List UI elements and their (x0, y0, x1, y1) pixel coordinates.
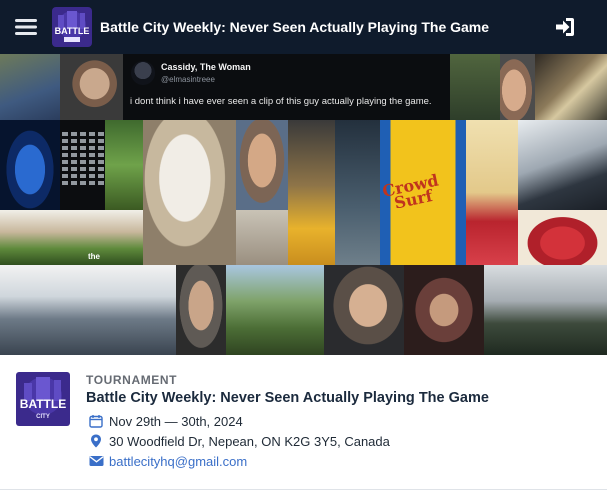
envelope-icon (88, 453, 104, 469)
login-button[interactable] (553, 15, 577, 39)
stats-overlay (62, 132, 108, 188)
event-info: BATTLE CITY TOURNAMENT Battle City Weekl… (0, 355, 607, 497)
photo-tile (335, 120, 380, 265)
event-address[interactable]: 30 Woodfield Dr, Nepean, ON K2G 3Y5, Can… (109, 434, 390, 449)
event-page: BATTLE Battle City Weekly: Never Seen Ac… (0, 0, 607, 497)
banner-collage: Cassidy, The Woman @elmasintreee i dont … (0, 54, 607, 355)
photo-tile (0, 54, 60, 120)
photo-tile (143, 120, 236, 265)
hamburger-icon (15, 19, 37, 35)
event-category: TOURNAMENT (86, 373, 178, 387)
event-logo[interactable]: BATTLE CITY (16, 372, 70, 426)
page-title: Battle City Weekly: Never Seen Actually … (100, 19, 490, 35)
app-logo-text: BATTLE (55, 26, 90, 36)
sign-in-icon (556, 18, 574, 36)
tweet-text: i dont think i have ever seen a clip of … (130, 96, 432, 107)
photo-tile (535, 54, 607, 120)
event-logo-subtext: CITY (36, 414, 50, 420)
photo-tile (450, 54, 500, 120)
photo-tile (484, 265, 607, 355)
app-logo[interactable]: BATTLE (52, 7, 92, 47)
photo-tile (404, 265, 484, 355)
map-pin-icon (88, 433, 104, 449)
event-date: Nov 29th — 30th, 2024 (109, 413, 243, 429)
event-title: Battle City Weekly: Never Seen Actually … (86, 390, 489, 406)
photo-tile (105, 120, 143, 210)
photo-tile (518, 120, 607, 210)
photo-tile (500, 54, 535, 120)
photo-tile (236, 210, 288, 265)
calendar-icon (88, 413, 104, 429)
photo-tile (0, 210, 143, 265)
tweet-avatar (131, 61, 155, 85)
event-logo-text: BATTLE (20, 397, 66, 411)
photo-tile (466, 120, 518, 265)
photo-tile (60, 54, 123, 120)
event-date-row: Nov 29th — 30th, 2024 (88, 413, 243, 429)
photo-tile (0, 265, 176, 355)
photo-tile (176, 265, 226, 355)
divider (0, 489, 607, 490)
photo-tile (236, 120, 288, 210)
photo-tile (324, 265, 404, 355)
tweet-card: Cassidy, The Woman @elmasintreee i dont … (123, 54, 450, 120)
top-bar: BATTLE Battle City Weekly: Never Seen Ac… (0, 0, 607, 54)
image-caption: the (88, 252, 100, 261)
menu-button[interactable] (0, 0, 52, 54)
photo-tile (0, 120, 60, 210)
event-email-link[interactable]: battlecityhq@gmail.com (109, 454, 247, 469)
event-email-row: battlecityhq@gmail.com (88, 453, 247, 469)
event-address-row: 30 Woodfield Dr, Nepean, ON K2G 3Y5, Can… (88, 433, 390, 449)
tweet-handle: @elmasintreee (161, 75, 215, 84)
tweet-author: Cassidy, The Woman (161, 62, 251, 72)
photo-tile (288, 120, 335, 265)
photo-tile (518, 210, 607, 265)
photo-tile (226, 265, 324, 355)
